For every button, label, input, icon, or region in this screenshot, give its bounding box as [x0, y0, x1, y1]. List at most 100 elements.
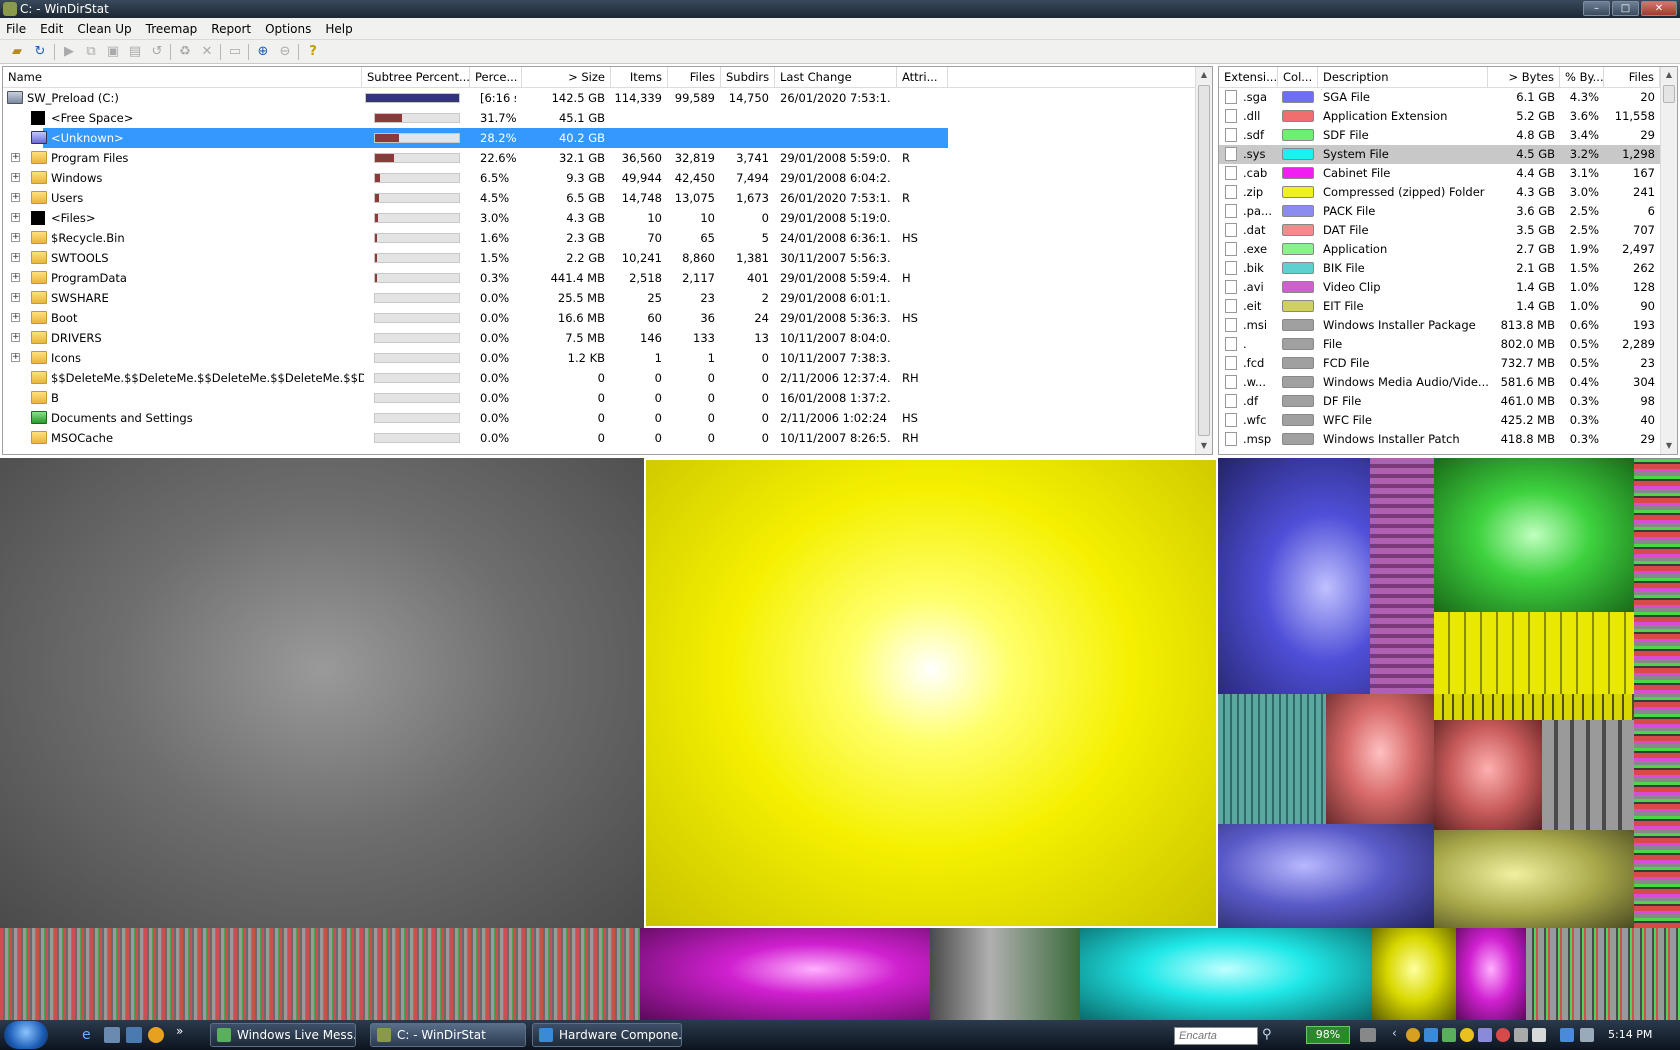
refresh-all-icon[interactable]: ↻	[31, 43, 49, 61]
properties-icon[interactable]: ▭	[226, 43, 244, 61]
expand-icon[interactable]: ▶	[60, 43, 78, 61]
menu-file[interactable]: File	[0, 18, 33, 40]
treemap-block-program-files[interactable]	[0, 928, 640, 1020]
tree-scrollbar[interactable]: ▲ ▼	[1195, 67, 1212, 454]
menu-options[interactable]: Options	[258, 18, 318, 40]
delete-icon[interactable]: ✕	[198, 43, 216, 61]
scroll-thumb[interactable]	[1663, 85, 1675, 103]
tree-row[interactable]: SW_Preload (C:) [6:16 s] 142.5 GB 114,339 99…	[3, 88, 1195, 108]
expand-toggle-icon[interactable]: +	[11, 273, 20, 282]
menu-help[interactable]: Help	[318, 18, 359, 40]
scroll-down-arrow-icon[interactable]: ▼	[1661, 438, 1677, 454]
extension-row[interactable]: .dll Application Extension 5.2 GB 3.6% 11,55…	[1219, 107, 1660, 126]
treemap-block-magenta-strip[interactable]	[1370, 458, 1434, 694]
extension-row[interactable]: .w... Windows Media Audio/Vide... 581.6 MB…	[1219, 373, 1660, 392]
help-icon[interactable]: ?	[304, 43, 322, 61]
expand-toggle-icon[interactable]: +	[11, 313, 20, 322]
treemap-block-olive[interactable]	[1434, 830, 1634, 928]
media-player-icon[interactable]	[148, 1027, 164, 1043]
expand-toggle-icon[interactable]: +	[11, 293, 20, 302]
scroll-down-arrow-icon[interactable]: ▼	[1196, 438, 1212, 454]
tree-row[interactable]: + Program Files 22.6% 32.1 GB 36,560 32,819 3,…	[3, 148, 1195, 168]
extension-row[interactable]: .pa... PACK File 3.6 GB 2.5% 6	[1219, 202, 1660, 221]
treemap-unknown-selected[interactable]	[644, 458, 1218, 928]
treemap-block-cyan[interactable]	[1080, 928, 1372, 1020]
treemap-block-gray[interactable]	[930, 928, 1080, 1020]
expand-toggle-icon[interactable]: +	[11, 253, 20, 262]
column-header-extension[interactable]: Extensi...	[1219, 67, 1278, 87]
expand-toggle-icon[interactable]: +	[11, 153, 20, 162]
tray-network-icon[interactable]	[1424, 1028, 1438, 1042]
show-desktop-icon[interactable]	[104, 1027, 120, 1043]
expand-toggle-icon[interactable]: +	[11, 233, 20, 242]
open-icon[interactable]: ▰	[8, 43, 26, 61]
search-icon[interactable]: ⚲	[1262, 1027, 1278, 1043]
column-header-files[interactable]: Files	[668, 67, 721, 87]
tree-row[interactable]: <Free Space> 31.7% 45.1 GB	[3, 108, 1195, 128]
extension-row[interactable]: .sdf SDF File 4.8 GB 3.4% 29	[1219, 126, 1660, 145]
expand-toggle-icon[interactable]: +	[11, 213, 20, 222]
explorer-icon[interactable]: ▣	[104, 43, 122, 61]
extension-row[interactable]: .dat DAT File 3.5 GB 2.5% 707	[1219, 221, 1660, 240]
tray-app-icon[interactable]	[1406, 1028, 1420, 1042]
scroll-up-arrow-icon[interactable]: ▲	[1661, 67, 1677, 83]
tree-row[interactable]: + Windows 6.5% 9.3 GB 49,944 42,450 7,494 29/01…	[3, 168, 1195, 188]
treemap-block-periwinkle[interactable]	[1218, 824, 1434, 928]
encarta-search-input[interactable]	[1174, 1027, 1258, 1045]
copy-path-icon[interactable]: ⧉	[82, 43, 100, 61]
extension-row[interactable]: .cab Cabinet File 4.4 GB 3.1% 167	[1219, 164, 1660, 183]
column-header-subtree-percent[interactable]: Subtree Percent...	[362, 67, 470, 87]
tree-row[interactable]: + Users 4.5% 6.5 GB 14,748 13,075 1,673 26/01/2…	[3, 188, 1195, 208]
treemap-block-mixed-bottom[interactable]	[1526, 928, 1680, 1020]
extension-row[interactable]: .df DF File 461.0 MB 0.3% 98	[1219, 392, 1660, 411]
tree-row[interactable]: Documents and Settings 0.0% 0 0 0 0 2/11/2006 …	[3, 408, 1195, 428]
expand-toggle-icon[interactable]: +	[11, 173, 20, 182]
clock[interactable]: 5:14 PM	[1608, 1028, 1652, 1041]
treemap[interactable]	[0, 458, 1680, 1020]
tree-row[interactable]: <Unknown> 28.2% 40.2 GB	[31, 128, 948, 148]
tray-messenger-icon[interactable]	[1496, 1028, 1510, 1042]
treemap-block-red[interactable]	[1434, 720, 1542, 830]
internet-explorer-icon[interactable]: e	[82, 1027, 98, 1043]
treemap-block-mixed-column[interactable]	[1634, 458, 1680, 928]
column-header-last-change[interactable]: Last Change	[775, 67, 897, 87]
maximize-button[interactable]: □	[1612, 1, 1639, 16]
task-hardware-components[interactable]: Hardware Compone...	[532, 1023, 682, 1047]
extension-row[interactable]: .exe Application 2.7 GB 1.9% 2,497	[1219, 240, 1660, 259]
tree-row[interactable]: + Icons 0.0% 1.2 KB 1 1 0 10/11/2007 7:38:3...	[3, 348, 1195, 368]
column-header-name[interactable]: Name	[3, 67, 362, 87]
treemap-block-teal[interactable]	[1218, 694, 1326, 824]
extension-row[interactable]: .msp Windows Installer Patch 418.8 MB 0.3% 2…	[1219, 430, 1660, 449]
tree-row[interactable]: + $Recycle.Bin 1.6% 2.3 GB 70 65 5 24/01/2008 6…	[3, 228, 1195, 248]
extension-row[interactable]: .fcd FCD File 732.7 MB 0.5% 23	[1219, 354, 1660, 373]
start-button[interactable]	[4, 1021, 48, 1049]
treemap-block-magenta-small[interactable]	[1456, 928, 1526, 1020]
quick-launch-more-icon[interactable]: »	[176, 1024, 183, 1038]
tray-volume-icon[interactable]	[1478, 1028, 1492, 1042]
treemap-free-space[interactable]	[0, 458, 644, 928]
menu-report[interactable]: Report	[204, 18, 258, 40]
column-header-percent-bytes[interactable]: % By...	[1560, 67, 1604, 87]
column-header-description[interactable]: Description	[1318, 67, 1488, 87]
expand-toggle-icon[interactable]: +	[11, 193, 20, 202]
treemap-block-green[interactable]	[1434, 458, 1634, 612]
extension-row[interactable]: .sga SGA File 6.1 GB 4.3% 20	[1219, 88, 1660, 107]
tree-row[interactable]: B 0.0% 0 0 0 0 16/01/2008 1:37:2...	[3, 388, 1195, 408]
scroll-thumb[interactable]	[1198, 85, 1210, 436]
extension-row[interactable]: . File 802.0 MB 0.5% 2,289	[1219, 335, 1660, 354]
tray-device-icon[interactable]	[1532, 1028, 1546, 1042]
treemap-block-magenta[interactable]	[640, 928, 930, 1020]
tray-power-icon[interactable]	[1460, 1028, 1474, 1042]
extension-row[interactable]: .eit EIT File 1.4 GB 1.0% 90	[1219, 297, 1660, 316]
tray-expand-icon[interactable]: ‹	[1392, 1026, 1397, 1040]
column-header-percent[interactable]: Perce...	[470, 67, 522, 87]
network-icon[interactable]	[1360, 1028, 1376, 1042]
tree-row[interactable]: MSOCache 0.0% 0 0 0 0 10/11/2007 8:26:5... RH	[3, 428, 1195, 448]
column-header-attributes[interactable]: Attri...	[897, 67, 948, 87]
close-button[interactable]: ✕	[1641, 1, 1677, 16]
extension-row[interactable]: .zip Compressed (zipped) Folder 4.3 GB 3.0%…	[1219, 183, 1660, 202]
task-windows-live-messenger[interactable]: Windows Live Mess...	[210, 1023, 356, 1047]
treemap-block-yellow-small[interactable]	[1372, 928, 1456, 1020]
column-header-color[interactable]: Col...	[1278, 67, 1318, 87]
tree-row[interactable]: + ProgramData 0.3% 441.4 MB 2,518 2,117 401 29/…	[3, 268, 1195, 288]
